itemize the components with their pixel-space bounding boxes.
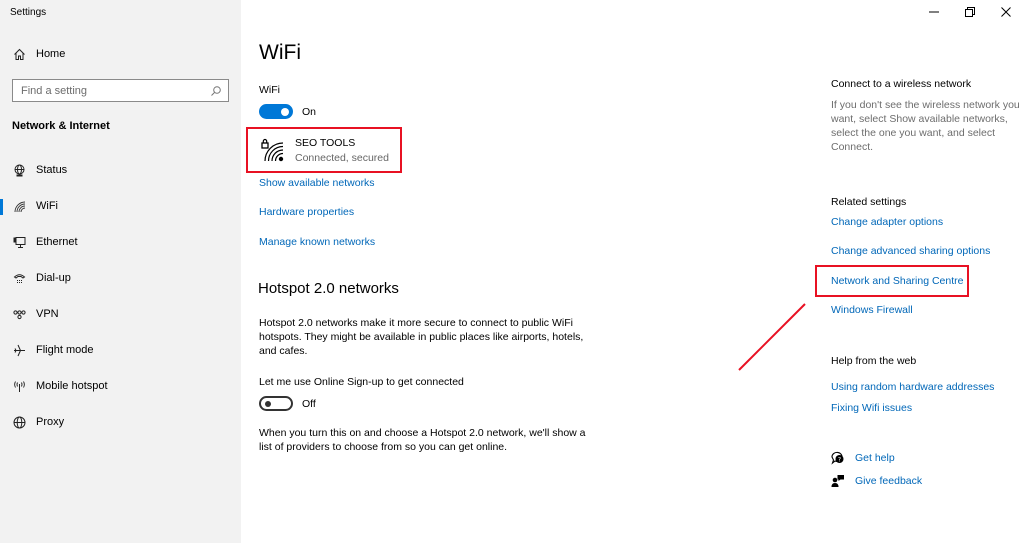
search-box[interactable] [12,79,229,102]
sidebar-item-wifi[interactable]: WiFi [0,188,241,224]
ethernet-icon [12,235,26,249]
online-signup-label: Let me use Online Sign-up to get connect… [259,376,464,388]
sidebar-home[interactable]: Home [12,47,65,61]
sidebar-item-label: Flight mode [36,344,94,356]
give-feedback-row[interactable]: Give feedback [831,474,922,488]
online-signup-toggle[interactable] [259,396,293,411]
close-icon [1001,7,1011,17]
wifi-icon [12,199,26,213]
connected-network[interactable]: SEO TOOLS Connected, secured [246,127,402,173]
online-signup-toggle-state: Off [302,398,316,410]
show-available-networks-link[interactable]: Show available networks [259,177,375,189]
sidebar-item-ethernet[interactable]: Ethernet [0,224,241,260]
sidebar-item-label: Mobile hotspot [36,380,108,392]
sidebar-item-flight-mode[interactable]: Flight mode [0,332,241,368]
sidebar-item-label: Ethernet [36,236,78,248]
minimize-icon [929,11,939,13]
restore-icon [965,7,975,17]
minimize-button[interactable] [916,0,952,24]
help-web-title: Help from the web [831,355,917,367]
sidebar-item-dialup[interactable]: Dial-up [0,260,241,296]
page-title: WiFi [259,41,301,64]
home-icon [12,47,26,61]
sidebar-item-label: WiFi [36,200,58,212]
home-label: Home [36,48,66,60]
hotspot-icon [12,379,26,393]
section-title: Network & Internet [12,120,110,132]
status-globe-icon [12,163,26,177]
search-input[interactable] [21,84,210,97]
app-title: Settings [10,7,47,18]
manage-known-networks-link[interactable]: Manage known networks [259,236,375,248]
connect-text: If you don't see the wireless network yo… [831,99,1020,153]
dialup-icon [12,271,26,285]
window-controls [916,0,1024,24]
related-settings-title: Related settings [831,196,907,208]
search-icon[interactable] [210,85,222,97]
sidebar-item-proxy[interactable]: Proxy [0,404,241,440]
network-sharing-centre-link[interactable]: Network and Sharing Centre [831,275,964,287]
restore-button[interactable] [952,0,988,24]
sidebar-item-status[interactable]: Status [0,152,241,188]
network-info: SEO TOOLS Connected, secured [295,137,389,164]
feedback-icon [831,474,845,488]
vpn-icon [12,307,26,321]
hardware-properties-link[interactable]: Hardware properties [259,206,354,218]
network-name: SEO TOOLS [295,136,356,149]
get-help-row[interactable]: ? Get help [831,451,895,465]
get-help-label: Get help [855,452,895,464]
fixing-wifi-issues-link[interactable]: Fixing Wifi issues [831,402,912,414]
network-status: Connected, secured [295,151,389,164]
sidebar-item-vpn[interactable]: VPN [0,296,241,332]
sidebar-item-label: Dial-up [36,272,71,284]
sidebar-item-label: Proxy [36,416,65,428]
sidebar-item-label: VPN [36,308,59,320]
hotspot-heading: Hotspot 2.0 networks [258,280,399,297]
wifi-toggle[interactable] [259,104,293,119]
change-advanced-sharing-link[interactable]: Change advanced sharing options [831,245,990,257]
sidebar-item-label: Status [36,164,68,176]
change-adapter-options-link[interactable]: Change adapter options [831,216,943,228]
svg-text:?: ? [838,457,841,464]
secured-wifi-icon [261,138,285,162]
hotspot-description: Hotspot 2.0 networks make it more secure… [259,317,584,357]
sidebar-item-mobile-hotspot[interactable]: Mobile hotspot [0,368,241,404]
wifi-label: WiFi [259,84,280,96]
globe-icon [12,415,26,429]
hotspot-footer-text: When you turn this on and choose a Hotsp… [259,427,586,453]
wifi-toggle-state: On [302,106,317,118]
close-button[interactable] [988,0,1024,24]
sidebar-nav: Status WiFi Ethernet Dial-up VPN Flight … [0,152,241,440]
get-help-icon: ? [831,451,845,465]
connect-title: Connect to a wireless network [831,78,972,90]
sidebar: Settings Home Network & Internet Status … [0,0,241,543]
airplane-icon [12,343,26,357]
windows-firewall-link[interactable]: Windows Firewall [831,304,913,316]
give-feedback-label: Give feedback [855,475,923,487]
random-hardware-addresses-link[interactable]: Using random hardware addresses [831,381,994,393]
